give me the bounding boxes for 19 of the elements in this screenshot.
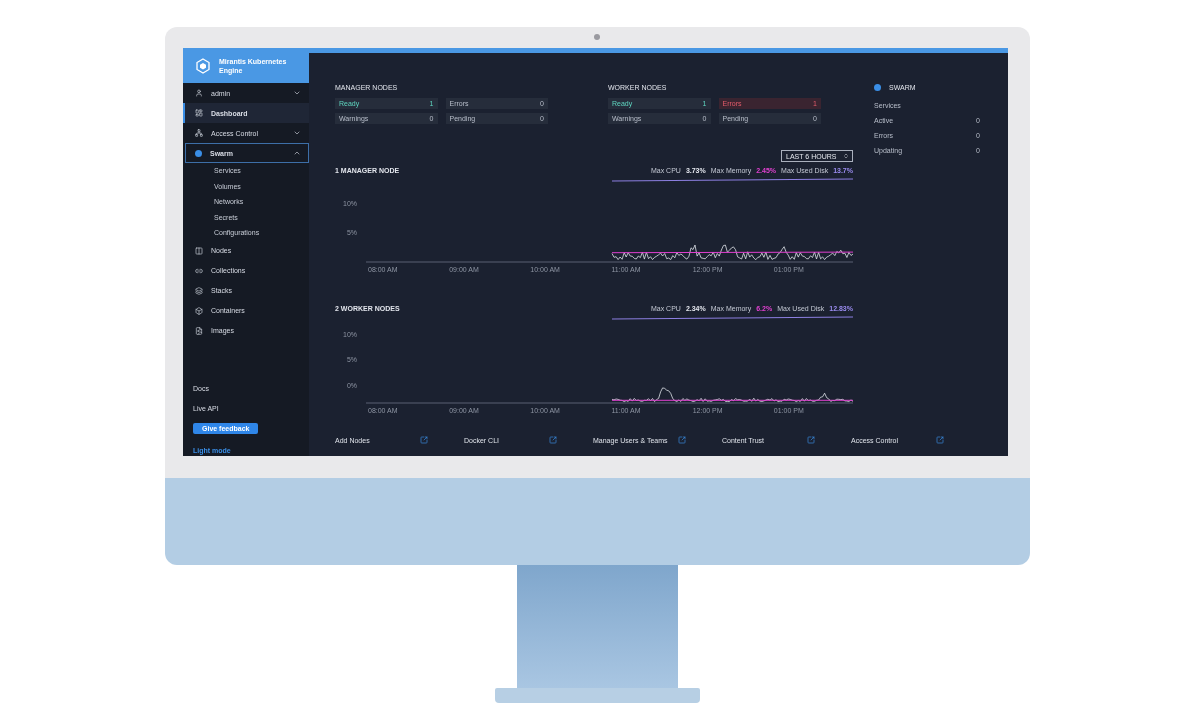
nav-icon [195, 89, 203, 97]
nav-icon [195, 326, 203, 335]
chevron-down-icon [293, 129, 301, 137]
nav-icon [195, 266, 203, 275]
select-arrows-icon [843, 153, 849, 159]
camera-dot [594, 34, 600, 40]
chevron-down-icon [293, 89, 301, 97]
external-link-icon [936, 436, 944, 444]
external-link-icon [678, 436, 686, 444]
external-link-icon [807, 436, 815, 444]
nav-icon [195, 109, 203, 117]
nav-icon [195, 246, 203, 255]
nav-icon [195, 306, 203, 315]
nav-icon [195, 129, 203, 137]
logo-icon [195, 57, 211, 74]
nav-icon [195, 286, 203, 295]
external-link-icon [420, 436, 428, 444]
external-link-icon [549, 436, 557, 444]
chevron-up-icon [293, 149, 301, 157]
